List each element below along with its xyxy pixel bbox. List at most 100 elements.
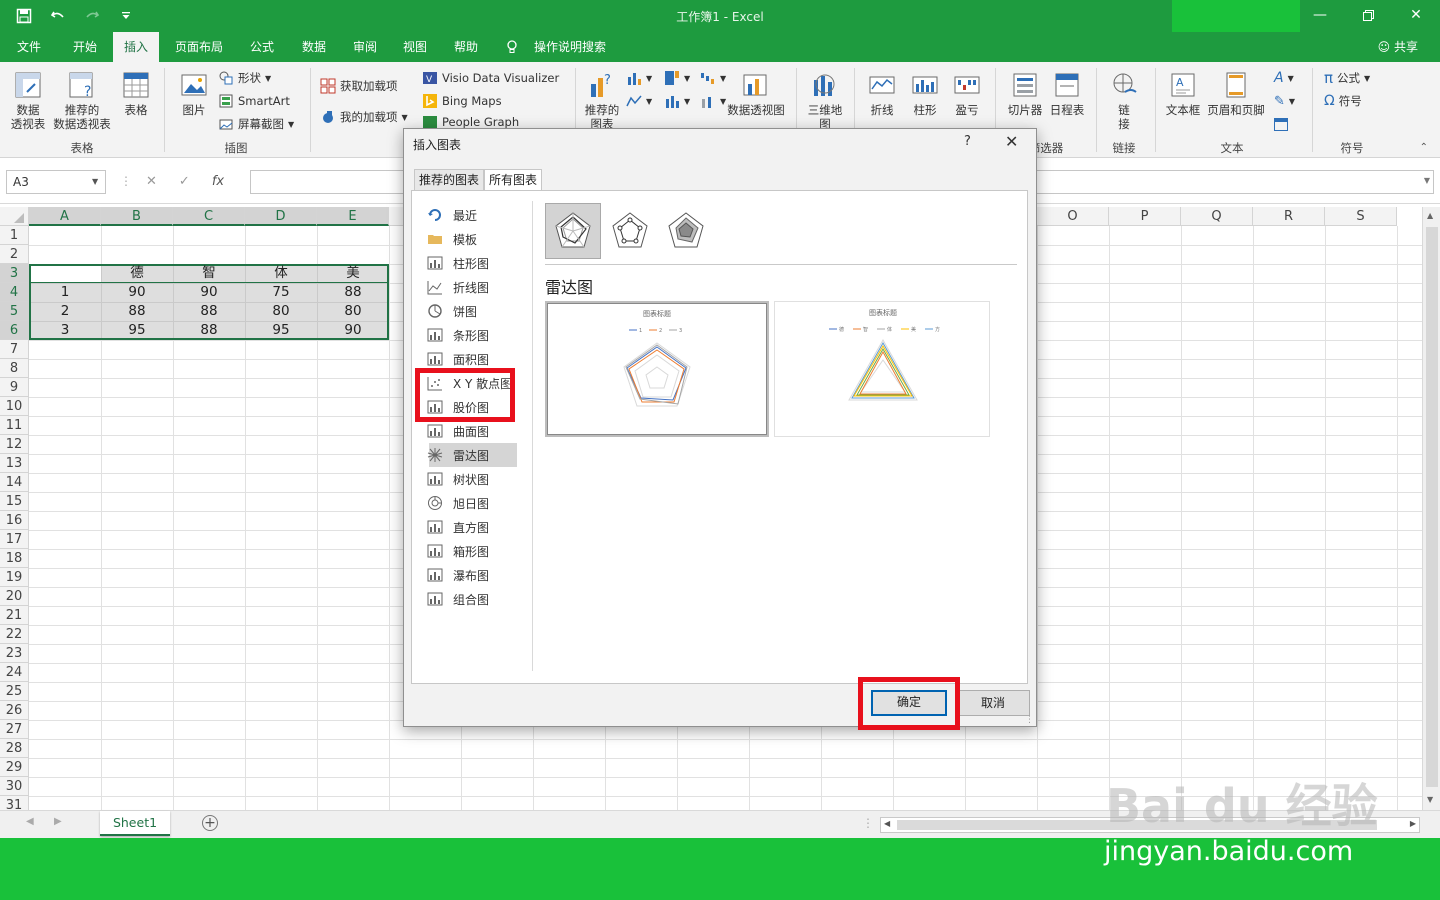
close-icon[interactable]: ✕: [1392, 0, 1440, 30]
tab-formulas[interactable]: 公式: [240, 32, 284, 62]
tab-splitter[interactable]: ⋮: [862, 816, 874, 830]
category-histogram-chart[interactable]: 直方图: [427, 517, 489, 537]
row-header-8[interactable]: 8: [0, 359, 29, 378]
row-header-28[interactable]: 28: [0, 739, 29, 758]
hierarchy-chart-button[interactable]: ▼: [664, 69, 690, 87]
tab-help[interactable]: 帮助: [444, 32, 488, 62]
cell-d6[interactable]: 95: [245, 321, 317, 340]
scroll-left-icon[interactable]: ◀: [884, 819, 890, 828]
resize-grip-icon[interactable]: ⋮: [1025, 715, 1034, 725]
pivot-chart-button[interactable]: 数据透视图: [724, 70, 788, 117]
column-header-r[interactable]: R: [1253, 207, 1325, 226]
cell-e3[interactable]: 美: [317, 264, 389, 283]
row-header-12[interactable]: 12: [0, 435, 29, 454]
scroll-right-icon[interactable]: ▶: [1410, 819, 1416, 828]
tab-insert[interactable]: 插入: [113, 32, 159, 62]
add-sheet-icon[interactable]: +: [202, 815, 218, 831]
bing-maps-button[interactable]: Bing Maps: [422, 92, 502, 110]
row-header-1[interactable]: 1: [0, 226, 29, 245]
row-header-11[interactable]: 11: [0, 416, 29, 435]
line-chart-button[interactable]: ▼: [626, 92, 652, 110]
category-sunburst-chart[interactable]: 旭日图: [427, 493, 489, 513]
cell-b4[interactable]: 90: [101, 283, 173, 302]
row-header-23[interactable]: 23: [0, 644, 29, 663]
tab-recommended-charts[interactable]: 推荐的图表: [414, 169, 485, 191]
row-header-20[interactable]: 20: [0, 587, 29, 606]
tab-review[interactable]: 审阅: [343, 32, 387, 62]
tell-me-search[interactable]: 操作说明搜索: [528, 32, 612, 62]
row-header-9[interactable]: 9: [0, 378, 29, 397]
cell-c6[interactable]: 88: [173, 321, 245, 340]
cell-b3[interactable]: 德: [101, 264, 173, 283]
cell-a5[interactable]: 2: [29, 302, 101, 321]
tab-data[interactable]: 数据: [292, 32, 336, 62]
cell-d5[interactable]: 80: [245, 302, 317, 321]
radar-markers-subtype[interactable]: [602, 203, 658, 259]
stat-chart-button[interactable]: ▼: [664, 92, 690, 110]
my-addins-button[interactable]: 我的加载项 ▼: [320, 108, 408, 126]
row-header-30[interactable]: 30: [0, 777, 29, 796]
cell-c3[interactable]: 智: [173, 264, 245, 283]
cell-e4[interactable]: 88: [317, 283, 389, 302]
row-header-31[interactable]: 31: [0, 796, 29, 810]
sparkline-line-button[interactable]: 折线: [862, 70, 902, 117]
cell-d3[interactable]: 体: [245, 264, 317, 283]
check-icon[interactable]: ✓: [179, 174, 190, 189]
row-header-17[interactable]: 17: [0, 530, 29, 549]
tab-all-charts[interactable]: 所有图表: [484, 169, 543, 192]
combo-chart-button[interactable]: ▼: [700, 92, 726, 110]
row-header-16[interactable]: 16: [0, 511, 29, 530]
column-header-a[interactable]: A: [29, 207, 101, 226]
radar-subtype[interactable]: [545, 203, 601, 259]
recommended-pivot-button[interactable]: ? 推荐的 数据透视表: [50, 70, 114, 131]
3d-map-button[interactable]: 三维地 图: [804, 70, 846, 130]
textbox-button[interactable]: A 文本框: [1162, 70, 1204, 117]
symbol-button[interactable]: Ω 符号: [1324, 92, 1362, 110]
row-header-15[interactable]: 15: [0, 492, 29, 511]
column-header-q[interactable]: Q: [1181, 207, 1253, 226]
row-header-6[interactable]: 6: [0, 321, 29, 340]
insert-function-icon[interactable]: fx: [212, 174, 224, 189]
sheet-tab-sheet1[interactable]: Sheet1: [100, 811, 170, 836]
column-header-d[interactable]: D: [245, 207, 317, 226]
cancel-button[interactable]: 取消: [956, 690, 1030, 716]
table-button[interactable]: 表格: [116, 70, 156, 117]
visio-button[interactable]: V Visio Data Visualizer: [422, 69, 559, 87]
signature-button[interactable]: ✎ ▼: [1274, 92, 1295, 110]
category-area-chart[interactable]: 面积图: [427, 349, 489, 369]
get-addins-button[interactable]: 获取加载项: [320, 77, 398, 95]
scrollbar-thumb[interactable]: [1426, 227, 1438, 787]
column-header-s[interactable]: S: [1325, 207, 1397, 226]
row-header-22[interactable]: 22: [0, 625, 29, 644]
tab-view[interactable]: 视图: [393, 32, 437, 62]
help-icon[interactable]: ?: [964, 134, 971, 149]
vertical-scrollbar[interactable]: ▲ ▼: [1422, 207, 1440, 810]
category-radar-chart[interactable]: 雷达图: [427, 445, 489, 465]
people-graph-button[interactable]: People Graph: [422, 115, 519, 129]
category-boxwhisker-chart[interactable]: 箱形图: [427, 541, 489, 561]
link-button[interactable]: 链 接: [1104, 70, 1144, 131]
row-header-18[interactable]: 18: [0, 549, 29, 568]
cancel-icon[interactable]: ✕: [146, 174, 157, 189]
share-button[interactable]: ☺ 共享: [1378, 32, 1418, 62]
sparkline-column-button[interactable]: 柱形: [905, 70, 945, 117]
row-header-29[interactable]: 29: [0, 758, 29, 777]
smartart-button[interactable]: SmartArt: [218, 92, 290, 110]
minimize-icon[interactable]: —: [1296, 0, 1344, 30]
close-icon[interactable]: ✕: [1005, 132, 1018, 151]
row-header-21[interactable]: 21: [0, 606, 29, 625]
row-header-3[interactable]: 3: [0, 264, 29, 283]
pivot-table-button[interactable]: 数据 透视表: [6, 70, 50, 131]
column-header-o[interactable]: O: [1037, 207, 1109, 226]
category-line-chart[interactable]: 折线图: [427, 277, 489, 297]
cell-a6[interactable]: 3: [29, 321, 101, 340]
header-footer-button[interactable]: 页眉和页脚: [1204, 70, 1268, 117]
lightbulb-icon[interactable]: [504, 32, 520, 62]
screenshot-button[interactable]: 屏幕截图 ▼: [218, 115, 294, 133]
column-header-e[interactable]: E: [317, 207, 389, 226]
scroll-down-icon[interactable]: ▼: [1427, 795, 1433, 804]
name-box[interactable]: A3: [6, 170, 106, 194]
category-recent[interactable]: 最近: [427, 205, 477, 225]
tab-page-layout[interactable]: 页面布局: [166, 32, 232, 62]
prev-sheet-icon[interactable]: ◀: [26, 816, 34, 827]
